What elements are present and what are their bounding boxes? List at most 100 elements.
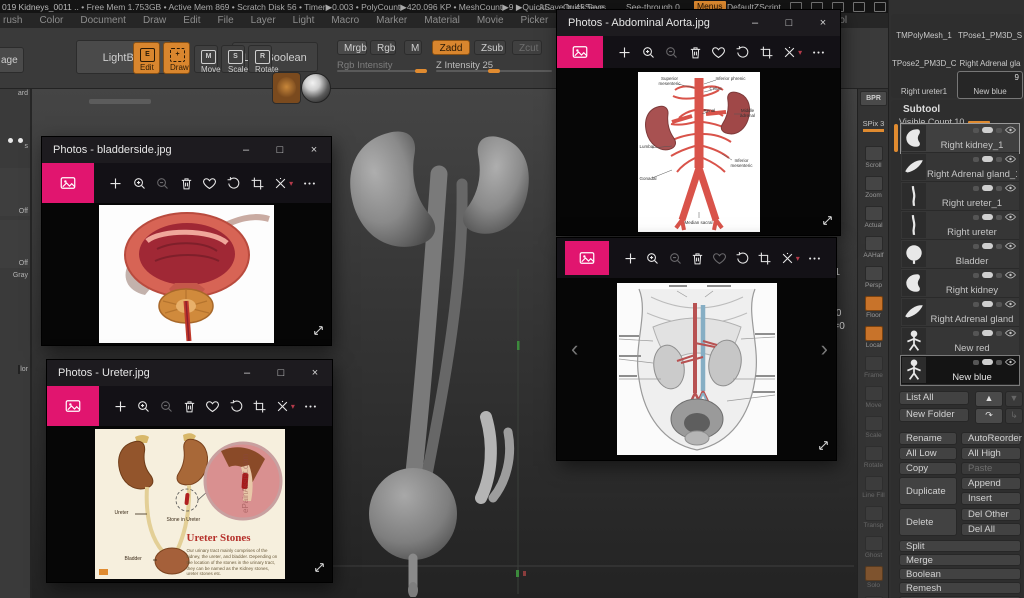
see-all-photos-button[interactable]	[47, 386, 99, 426]
stroke-thumbnail[interactable]: s	[0, 136, 30, 150]
draw-button[interactable]: +Draw	[163, 42, 190, 74]
menu-item[interactable]: Light	[293, 15, 315, 26]
zsub-button[interactable]: Zsub	[474, 40, 506, 55]
photos-window-aorta[interactable]: Photos - Abdominal Aorta.jpg –□× ▾	[557, 10, 840, 235]
right-shelf-button[interactable]: Actual	[858, 206, 889, 234]
zoom-out-button[interactable]	[159, 399, 174, 414]
visibility-eye-icon[interactable]	[1005, 184, 1016, 192]
tool-thumb-selected[interactable]: 9New blue	[958, 72, 1022, 98]
minimize-button[interactable]: –	[229, 137, 263, 163]
menu-item[interactable]: Marker	[376, 15, 407, 26]
scale-button[interactable]: SScale	[221, 45, 245, 73]
paste-button[interactable]: Paste	[961, 462, 1021, 475]
see-all-photos-button[interactable]	[557, 36, 603, 68]
delete-button[interactable]	[690, 251, 705, 266]
see-more-button[interactable]	[303, 399, 318, 414]
cropped-left-button[interactable]: age	[0, 47, 24, 73]
paste-doc-icon[interactable]	[853, 2, 865, 12]
m-button[interactable]: M	[404, 40, 422, 55]
see-all-photos-button[interactable]	[565, 241, 609, 275]
delete-button[interactable]	[688, 45, 703, 60]
tool-thumb[interactable]: TMPolyMesh_1	[892, 16, 956, 42]
duplicate-button[interactable]: Duplicate	[899, 477, 957, 505]
lightbox-handle[interactable]	[89, 99, 151, 104]
texture-thumbnail[interactable]: Off	[0, 220, 30, 268]
subtool-item[interactable]: Right kidney_1	[901, 124, 1019, 153]
visibility-eye-icon[interactable]	[1005, 155, 1016, 163]
subtool-item-active[interactable]: New blue	[901, 356, 1019, 385]
lock-icon[interactable]	[874, 2, 886, 12]
right-shelf-button[interactable]: AAHalf	[858, 236, 889, 264]
maximize-button[interactable]: □	[772, 10, 806, 36]
right-shelf-button[interactable]: Zoom	[858, 176, 889, 204]
all-high-button[interactable]: All High	[961, 447, 1021, 460]
window-titlebar[interactable]: Photos - Ureter.jpg –□×	[47, 360, 332, 386]
insert-button[interactable]: Insert	[961, 492, 1021, 505]
right-shelf-button[interactable]: Solo	[858, 566, 889, 594]
zoom-in-button[interactable]	[641, 45, 656, 60]
edit-create-button[interactable]: ▾	[273, 176, 293, 191]
subtool-header[interactable]: Subtool	[891, 100, 1023, 115]
expand-icon-button[interactable]	[313, 561, 326, 577]
photos-window-ureter[interactable]: Photos - Ureter.jpg –□× ▾	[47, 360, 332, 582]
menu-item[interactable]: Picker	[521, 15, 549, 26]
add-to-button[interactable]	[108, 176, 123, 191]
expand-icon-button[interactable]	[821, 214, 834, 230]
current-brush-preview[interactable]	[272, 72, 301, 104]
menu-item[interactable]: Draw	[143, 15, 166, 26]
subtool-item[interactable]: Bladder	[901, 240, 1019, 269]
add-to-button[interactable]	[113, 399, 128, 414]
photos-window-torso[interactable]: ▾ ‹ ›	[557, 238, 836, 460]
favorite-button[interactable]	[205, 399, 220, 414]
right-shelf-button[interactable]: Transp	[858, 506, 889, 534]
subtool-item[interactable]: Right Adrenal gland_1	[901, 153, 1019, 182]
zoom-out-button[interactable]	[664, 45, 679, 60]
add-to-button[interactable]	[623, 251, 638, 266]
right-shelf-button[interactable]: Rotate	[858, 446, 889, 474]
favorite-button[interactable]	[202, 176, 217, 191]
menu-item[interactable]: Document	[80, 15, 126, 26]
folder-down-button[interactable]: ↳	[1005, 408, 1023, 424]
menu-item[interactable]: File	[218, 15, 234, 26]
zcut-button[interactable]: Zcut	[512, 40, 542, 55]
visibility-eye-icon[interactable]	[1005, 358, 1016, 366]
split-button[interactable]: Split	[899, 540, 1021, 552]
visibility-eye-icon[interactable]	[1005, 329, 1016, 337]
crop-button[interactable]	[250, 176, 265, 191]
menu-item[interactable]: Macro	[331, 15, 359, 26]
current-material-sphere[interactable]	[301, 73, 331, 103]
move-down-button[interactable]: ▼	[1005, 391, 1023, 407]
move-button[interactable]: MMove	[194, 45, 218, 73]
visibility-eye-icon[interactable]	[1005, 242, 1016, 250]
rotate-button[interactable]	[735, 251, 750, 266]
subtool-item[interactable]: Right ureter	[901, 211, 1019, 240]
menu-item[interactable]: Color	[39, 15, 63, 26]
crop-button[interactable]	[252, 399, 267, 414]
append-button[interactable]: Append	[961, 477, 1021, 490]
edit-button[interactable]: EEdit	[133, 42, 160, 74]
menu-item[interactable]: Layer	[251, 15, 276, 26]
new-folder-button[interactable]: New Folder	[899, 408, 969, 422]
mrgb-button[interactable]: Mrgb	[337, 40, 367, 55]
see-all-photos-button[interactable]	[42, 163, 94, 203]
rgb-intensity-slider[interactable]: Rgb Intensity	[337, 60, 425, 72]
previous-photo-button[interactable]: ‹	[571, 336, 578, 362]
brush-thumbnail[interactable]: ard	[0, 90, 30, 97]
zadd-button[interactable]: Zadd	[432, 40, 470, 55]
all-low-button[interactable]: All Low	[899, 447, 957, 460]
folder-up-button[interactable]: ↷	[975, 408, 1003, 424]
autoreorder-button[interactable]: AutoReorder	[961, 432, 1021, 445]
del-all-button[interactable]: Del All	[961, 523, 1021, 536]
list-all-button[interactable]: List All	[899, 391, 969, 405]
maximize-button[interactable]: □	[264, 360, 298, 386]
edit-create-button[interactable]: ▾	[780, 251, 800, 266]
maximize-button[interactable]: □	[263, 137, 297, 163]
tool-thumb[interactable]: TPose1_PM3D_S	[958, 16, 1022, 42]
see-more-button[interactable]	[302, 176, 317, 191]
copy-button[interactable]: Copy	[899, 462, 957, 475]
visibility-eye-icon[interactable]	[1005, 213, 1016, 221]
subtool-item[interactable]: Right kidney	[901, 269, 1019, 298]
subtool-item[interactable]: New red	[901, 327, 1019, 356]
close-button[interactable]: ×	[298, 360, 332, 386]
zoom-in-button[interactable]	[645, 251, 660, 266]
